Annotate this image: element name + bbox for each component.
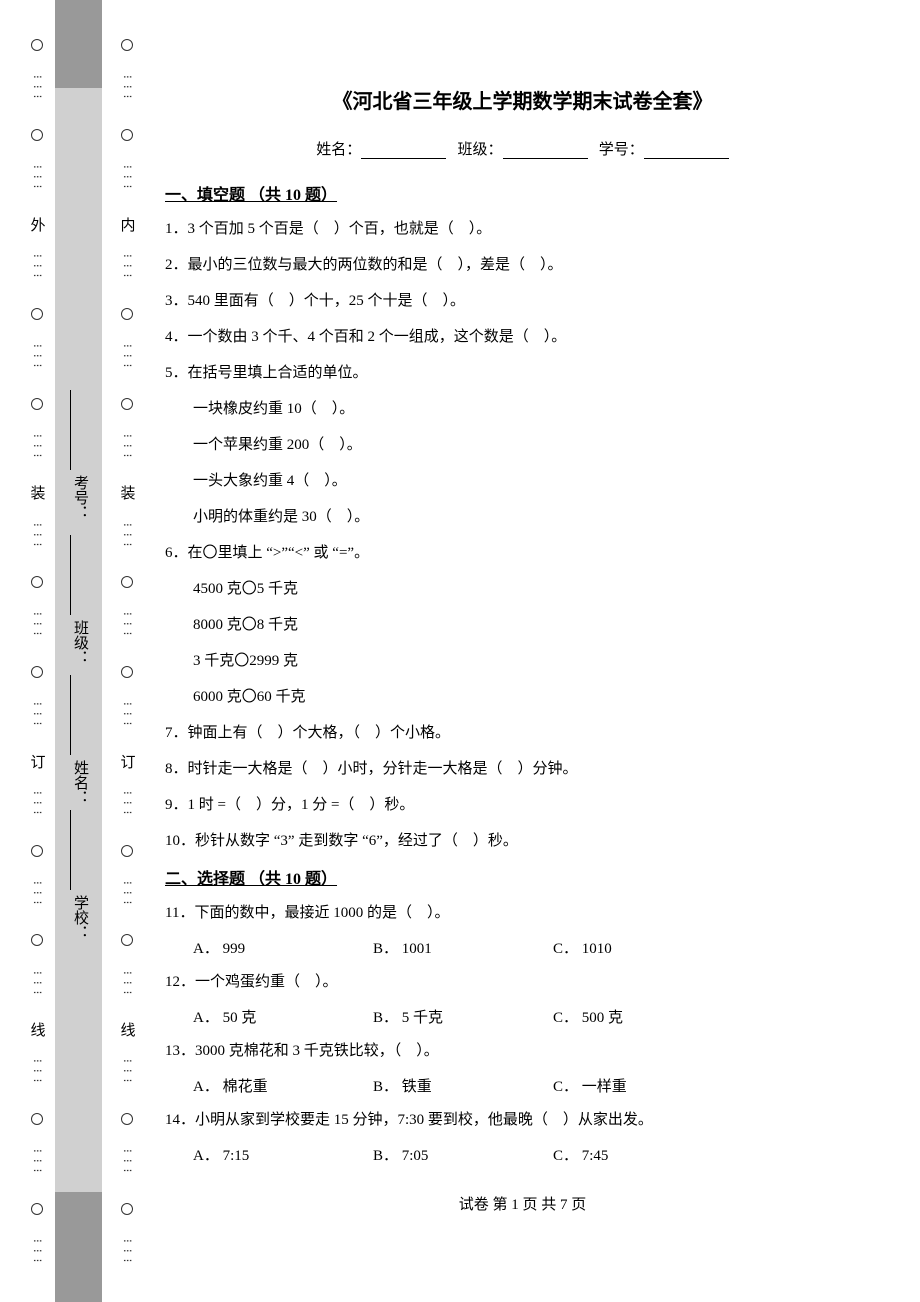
class-label: 班级：: [457, 142, 502, 158]
q12-opt-c[interactable]: C． 500 克: [553, 1006, 733, 1027]
q13-options: A． 棉花重 B． 铁重 C． 一样重: [193, 1075, 880, 1096]
binding-ding-inner: 订: [117, 754, 138, 769]
q11-opt-b[interactable]: B． 1001: [373, 937, 553, 958]
binding-school-label: 学校：: [70, 895, 91, 940]
binding-gray-bottom: [55, 1192, 102, 1302]
binding-inner-char: 内: [117, 217, 138, 232]
binding-examno-line[interactable]: [70, 390, 71, 470]
q12-opt-a[interactable]: A． 50 克: [193, 1006, 373, 1027]
q8: 8．时针走一大格是（ ）小时，分针走一大格是（ ）分钟。: [165, 757, 880, 781]
q14-opt-a[interactable]: A． 7:15: [193, 1144, 373, 1165]
page-title: 《河北省三年级上学期数学期末试卷全套》: [165, 85, 880, 114]
q6a: 4500 克〇5 千克: [193, 577, 880, 601]
binding-class-label: 班级：: [70, 620, 91, 665]
q2: 2．最小的三位数与最大的两位数的和是（ ），差是（ ）。: [165, 253, 880, 277]
binding-examno-label: 考号：: [70, 475, 91, 520]
section2-header: 二、选择题 （共 10 题）: [165, 865, 880, 889]
student-info-line: 姓名： 班级： 学号：: [165, 138, 880, 159]
q5b: 一个苹果约重 200（ ）。: [193, 433, 880, 457]
q7: 7．钟面上有（ ）个大格，（ ）个小格。: [165, 721, 880, 745]
q14-opt-c[interactable]: C． 7:45: [553, 1144, 733, 1165]
q14-opt-b[interactable]: B． 7:05: [373, 1144, 553, 1165]
q6: 6．在〇里填上 “>”“<” 或 “=”。: [165, 541, 880, 565]
id-label: 学号：: [599, 142, 644, 158]
page-footer: 试卷 第 1 页 共 7 页: [165, 1193, 880, 1214]
q13: 13．3000 克棉花和 3 千克铁比较，（ ）。: [165, 1039, 880, 1063]
q5a: 一块橡皮约重 10（ ）。: [193, 397, 880, 421]
q6c: 3 千克〇2999 克: [193, 649, 880, 673]
q13-opt-b[interactable]: B． 铁重: [373, 1075, 553, 1096]
q11: 11．下面的数中，最接近 1000 的是（ ）。: [165, 901, 880, 925]
q5d: 小明的体重约是 30（ ）。: [193, 505, 880, 529]
q10: 10．秒针从数字 “3” 走到数字 “6”，经过了（ ）秒。: [165, 829, 880, 853]
q3: 3．540 里面有（ ）个十，25 个十是（ ）。: [165, 289, 880, 313]
binding-school-line[interactable]: [70, 810, 71, 890]
binding-gray-top: [55, 0, 102, 88]
q11-opt-c[interactable]: C． 1010: [553, 937, 733, 958]
q12-options: A． 50 克 B． 5 千克 C． 500 克: [193, 1006, 880, 1027]
q13-opt-a[interactable]: A． 棉花重: [193, 1075, 373, 1096]
q12-opt-b[interactable]: B． 5 千克: [373, 1006, 553, 1027]
name-label: 姓名：: [316, 142, 361, 158]
q13-opt-c[interactable]: C． 一样重: [553, 1075, 733, 1096]
binding-name-label: 姓名：: [70, 760, 91, 805]
binding-outer-column: ⁝⁝⁝ ⁝⁝⁝ 外 ⁝⁝⁝ ⁝⁝⁝ ⁝⁝⁝ 装 ⁝⁝⁝ ⁝⁝⁝ ⁝⁝⁝ 订 ⁝⁝…: [22, 0, 52, 1302]
q11-options: A． 999 B． 1001 C． 1010: [193, 937, 880, 958]
q11-opt-a[interactable]: A． 999: [193, 937, 373, 958]
binding-zhuang-inner: 装: [117, 485, 138, 500]
binding-ding-outer: 订: [27, 754, 48, 769]
binding-class-line[interactable]: [70, 535, 71, 615]
q4: 4．一个数由 3 个千、4 个百和 2 个一组成，这个数是（ ）。: [165, 325, 880, 349]
q6d: 6000 克〇60 千克: [193, 685, 880, 709]
q6b: 8000 克〇8 千克: [193, 613, 880, 637]
binding-xian-inner: 线: [117, 1022, 138, 1037]
q1: 1．3 个百加 5 个百是（ ）个百，也就是（ ）。: [165, 217, 880, 241]
q9: 9．1 时 =（ ）分，1 分 =（ ）秒。: [165, 793, 880, 817]
binding-inner-column: ⁝⁝⁝ ⁝⁝⁝ 内 ⁝⁝⁝ ⁝⁝⁝ ⁝⁝⁝ 装 ⁝⁝⁝ ⁝⁝⁝ ⁝⁝⁝ 订 ⁝⁝…: [112, 0, 142, 1302]
main-content: 《河北省三年级上学期数学期末试卷全套》 姓名： 班级： 学号： 一、填空题 （共…: [165, 85, 880, 1282]
class-blank[interactable]: [503, 158, 588, 159]
q5: 5．在括号里填上合适的单位。: [165, 361, 880, 385]
binding-zhuang-outer: 装: [27, 485, 48, 500]
q14: 14．小明从家到学校要走 15 分钟，7:30 要到校，他最晚（ ）从家出发。: [165, 1108, 880, 1132]
q5c: 一头大象约重 4（ ）。: [193, 469, 880, 493]
binding-name-line[interactable]: [70, 675, 71, 755]
binding-outer-char: 外: [27, 217, 48, 232]
q14-options: A． 7:15 B． 7:05 C． 7:45: [193, 1144, 880, 1165]
id-blank[interactable]: [644, 158, 729, 159]
name-blank[interactable]: [361, 158, 446, 159]
binding-xian-outer: 线: [27, 1022, 48, 1037]
section1-header: 一、填空题 （共 10 题）: [165, 181, 880, 205]
q12: 12．一个鸡蛋约重（ ）。: [165, 970, 880, 994]
